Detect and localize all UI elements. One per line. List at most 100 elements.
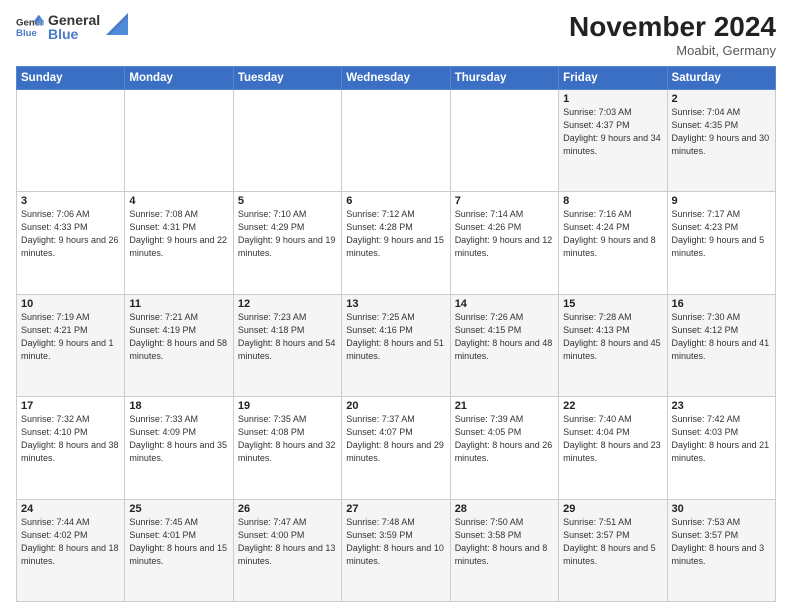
day-info: Sunrise: 7:28 AM Sunset: 4:13 PM Dayligh… [563,311,662,363]
cal-cell: 19Sunrise: 7:35 AM Sunset: 4:08 PM Dayli… [233,397,341,499]
title-block: November 2024 Moabit, Germany [569,12,776,58]
cal-cell: 10Sunrise: 7:19 AM Sunset: 4:21 PM Dayli… [17,294,125,396]
day-number: 19 [238,400,337,412]
day-info: Sunrise: 7:51 AM Sunset: 3:57 PM Dayligh… [563,516,662,568]
day-number: 17 [21,400,120,412]
day-number: 2 [672,93,771,105]
weekday-header-monday: Monday [125,66,233,89]
cal-cell: 5Sunrise: 7:10 AM Sunset: 4:29 PM Daylig… [233,192,341,294]
day-info: Sunrise: 7:42 AM Sunset: 4:03 PM Dayligh… [672,413,771,465]
logo-triangle-icon [106,13,128,35]
day-number: 7 [455,195,554,207]
day-info: Sunrise: 7:53 AM Sunset: 3:57 PM Dayligh… [672,516,771,568]
cal-cell: 7Sunrise: 7:14 AM Sunset: 4:26 PM Daylig… [450,192,558,294]
day-info: Sunrise: 7:45 AM Sunset: 4:01 PM Dayligh… [129,516,228,568]
cal-cell [342,89,450,191]
header: General Blue General Blue November 2024 … [16,12,776,58]
logo: General Blue General Blue [16,12,128,42]
day-number: 28 [455,503,554,515]
cal-cell: 20Sunrise: 7:37 AM Sunset: 4:07 PM Dayli… [342,397,450,499]
day-number: 21 [455,400,554,412]
cal-cell [233,89,341,191]
day-info: Sunrise: 7:03 AM Sunset: 4:37 PM Dayligh… [563,106,662,158]
day-info: Sunrise: 7:48 AM Sunset: 3:59 PM Dayligh… [346,516,445,568]
day-info: Sunrise: 7:10 AM Sunset: 4:29 PM Dayligh… [238,208,337,260]
day-number: 10 [21,298,120,310]
day-number: 23 [672,400,771,412]
day-number: 24 [21,503,120,515]
week-row-5: 24Sunrise: 7:44 AM Sunset: 4:02 PM Dayli… [17,499,776,601]
cal-cell: 14Sunrise: 7:26 AM Sunset: 4:15 PM Dayli… [450,294,558,396]
week-row-1: 1Sunrise: 7:03 AM Sunset: 4:37 PM Daylig… [17,89,776,191]
location: Moabit, Germany [569,43,776,58]
day-number: 27 [346,503,445,515]
day-number: 14 [455,298,554,310]
day-number: 13 [346,298,445,310]
cal-cell: 29Sunrise: 7:51 AM Sunset: 3:57 PM Dayli… [559,499,667,601]
day-number: 29 [563,503,662,515]
day-info: Sunrise: 7:30 AM Sunset: 4:12 PM Dayligh… [672,311,771,363]
week-row-4: 17Sunrise: 7:32 AM Sunset: 4:10 PM Dayli… [17,397,776,499]
cal-cell: 2Sunrise: 7:04 AM Sunset: 4:35 PM Daylig… [667,89,775,191]
day-number: 22 [563,400,662,412]
cal-cell: 3Sunrise: 7:06 AM Sunset: 4:33 PM Daylig… [17,192,125,294]
weekday-header-friday: Friday [559,66,667,89]
day-info: Sunrise: 7:21 AM Sunset: 4:19 PM Dayligh… [129,311,228,363]
day-info: Sunrise: 7:32 AM Sunset: 4:10 PM Dayligh… [21,413,120,465]
day-info: Sunrise: 7:12 AM Sunset: 4:28 PM Dayligh… [346,208,445,260]
cal-cell: 22Sunrise: 7:40 AM Sunset: 4:04 PM Dayli… [559,397,667,499]
cal-cell: 13Sunrise: 7:25 AM Sunset: 4:16 PM Dayli… [342,294,450,396]
logo-blue: Blue [48,26,100,42]
day-info: Sunrise: 7:06 AM Sunset: 4:33 PM Dayligh… [21,208,120,260]
cal-cell: 6Sunrise: 7:12 AM Sunset: 4:28 PM Daylig… [342,192,450,294]
weekday-header-sunday: Sunday [17,66,125,89]
day-info: Sunrise: 7:17 AM Sunset: 4:23 PM Dayligh… [672,208,771,260]
cal-cell: 26Sunrise: 7:47 AM Sunset: 4:00 PM Dayli… [233,499,341,601]
day-number: 4 [129,195,228,207]
weekday-header-saturday: Saturday [667,66,775,89]
cal-cell: 17Sunrise: 7:32 AM Sunset: 4:10 PM Dayli… [17,397,125,499]
svg-text:Blue: Blue [16,28,37,39]
weekday-header-tuesday: Tuesday [233,66,341,89]
day-info: Sunrise: 7:50 AM Sunset: 3:58 PM Dayligh… [455,516,554,568]
cal-cell: 15Sunrise: 7:28 AM Sunset: 4:13 PM Dayli… [559,294,667,396]
page: General Blue General Blue November 2024 … [0,0,792,612]
weekday-header-thursday: Thursday [450,66,558,89]
cal-cell: 4Sunrise: 7:08 AM Sunset: 4:31 PM Daylig… [125,192,233,294]
day-info: Sunrise: 7:19 AM Sunset: 4:21 PM Dayligh… [21,311,120,363]
day-number: 15 [563,298,662,310]
weekday-header-row: SundayMondayTuesdayWednesdayThursdayFrid… [17,66,776,89]
calendar-table: SundayMondayTuesdayWednesdayThursdayFrid… [16,66,776,602]
day-number: 9 [672,195,771,207]
cal-cell [17,89,125,191]
day-number: 1 [563,93,662,105]
day-number: 6 [346,195,445,207]
cal-cell: 27Sunrise: 7:48 AM Sunset: 3:59 PM Dayli… [342,499,450,601]
day-info: Sunrise: 7:04 AM Sunset: 4:35 PM Dayligh… [672,106,771,158]
month-title: November 2024 [569,12,776,43]
day-info: Sunrise: 7:16 AM Sunset: 4:24 PM Dayligh… [563,208,662,260]
cal-cell: 8Sunrise: 7:16 AM Sunset: 4:24 PM Daylig… [559,192,667,294]
cal-cell: 30Sunrise: 7:53 AM Sunset: 3:57 PM Dayli… [667,499,775,601]
cal-cell: 23Sunrise: 7:42 AM Sunset: 4:03 PM Dayli… [667,397,775,499]
day-number: 20 [346,400,445,412]
week-row-3: 10Sunrise: 7:19 AM Sunset: 4:21 PM Dayli… [17,294,776,396]
day-number: 30 [672,503,771,515]
day-info: Sunrise: 7:37 AM Sunset: 4:07 PM Dayligh… [346,413,445,465]
logo-icon: General Blue [16,13,44,41]
cal-cell: 18Sunrise: 7:33 AM Sunset: 4:09 PM Dayli… [125,397,233,499]
cal-cell: 9Sunrise: 7:17 AM Sunset: 4:23 PM Daylig… [667,192,775,294]
day-number: 3 [21,195,120,207]
cal-cell: 16Sunrise: 7:30 AM Sunset: 4:12 PM Dayli… [667,294,775,396]
day-info: Sunrise: 7:47 AM Sunset: 4:00 PM Dayligh… [238,516,337,568]
week-row-2: 3Sunrise: 7:06 AM Sunset: 4:33 PM Daylig… [17,192,776,294]
cal-cell: 28Sunrise: 7:50 AM Sunset: 3:58 PM Dayli… [450,499,558,601]
day-number: 8 [563,195,662,207]
day-number: 18 [129,400,228,412]
day-info: Sunrise: 7:26 AM Sunset: 4:15 PM Dayligh… [455,311,554,363]
cal-cell: 11Sunrise: 7:21 AM Sunset: 4:19 PM Dayli… [125,294,233,396]
cal-cell: 12Sunrise: 7:23 AM Sunset: 4:18 PM Dayli… [233,294,341,396]
cal-cell: 21Sunrise: 7:39 AM Sunset: 4:05 PM Dayli… [450,397,558,499]
day-number: 5 [238,195,337,207]
day-info: Sunrise: 7:23 AM Sunset: 4:18 PM Dayligh… [238,311,337,363]
